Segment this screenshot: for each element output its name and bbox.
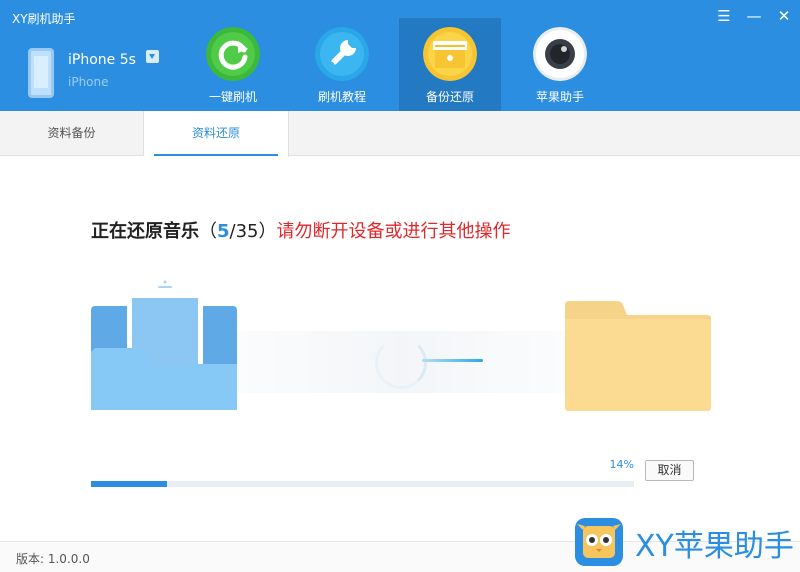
progress-percent: 14% [609, 458, 634, 471]
nav-backup-restore[interactable]: 备份还原 [399, 18, 501, 111]
progress-bar [91, 481, 634, 487]
phone-icon [28, 48, 54, 98]
cancel-button[interactable]: 取消 [645, 460, 694, 481]
tab-data-restore[interactable]: 资料还原 [144, 111, 289, 157]
nav-one-click-flash[interactable]: 一键刷机 [182, 18, 284, 111]
wrench-icon [315, 27, 369, 81]
refresh-icon [206, 27, 260, 81]
brand-name: XY苹果助手 [635, 529, 794, 564]
status-warning: 请勿断开设备或进行其他操作 [276, 221, 511, 242]
nav-label: 刷机教程 [317, 90, 366, 104]
header-bar: XY刷机助手 ☰ — ✕ iPhone 5s iPhone 一键刷机 刷机教程 [0, 0, 800, 111]
restore-status: 正在还原音乐（5/35）请勿断开设备或进行其他操作 [91, 217, 511, 243]
tab-data-backup[interactable]: 资料备份 [0, 111, 144, 156]
brand-logo-icon [575, 518, 623, 566]
status-open-paren: （ [199, 221, 217, 242]
version-label: 版本: 1.0.0.0 [16, 552, 90, 566]
minimize-button[interactable]: — [744, 6, 764, 26]
device-type: iPhone [68, 75, 109, 89]
box-icon [423, 27, 477, 81]
source-folder-icon [91, 276, 237, 410]
status-total-count: 35 [235, 221, 259, 242]
target-folder-icon [565, 301, 711, 411]
transfer-progress-line [422, 359, 483, 362]
device-name: iPhone 5s [68, 52, 136, 68]
close-button[interactable]: ✕ [774, 6, 794, 26]
nav-label: 一键刷机 [208, 90, 257, 104]
nav-label: 备份还原 [425, 90, 474, 104]
nav-label: 苹果助手 [535, 90, 584, 104]
progress-bar-fill [91, 481, 168, 487]
nav-flash-tutorial[interactable]: 刷机教程 [291, 18, 393, 111]
menu-icon[interactable]: ☰ [714, 6, 734, 26]
nav-apple-assistant[interactable]: 苹果助手 [509, 18, 611, 111]
loading-spinner [375, 337, 427, 389]
camera-icon [533, 27, 587, 81]
sub-tab-bar: 资料备份 资料还原 [0, 111, 800, 157]
app-title: XY刷机助手 [12, 12, 76, 26]
status-title: 正在还原音乐 [91, 221, 199, 242]
status-close-paren: ） [258, 221, 277, 242]
chevron-down-icon[interactable] [146, 50, 159, 63]
status-current-count: 5 [217, 221, 230, 242]
